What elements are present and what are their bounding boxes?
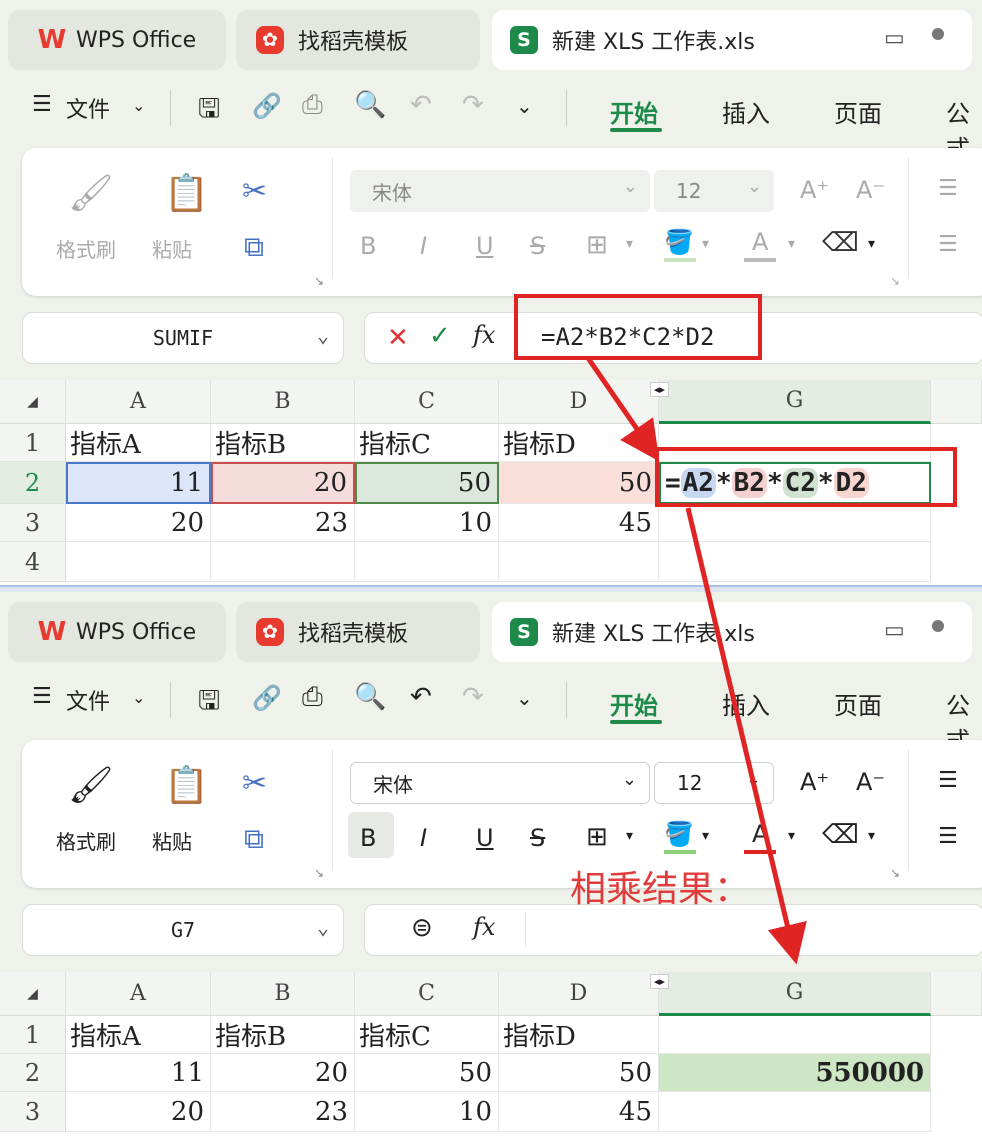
arrow-to-result [685,507,807,965]
arrow-to-cell [585,356,660,462]
arrows-overlay [585,356,807,965]
